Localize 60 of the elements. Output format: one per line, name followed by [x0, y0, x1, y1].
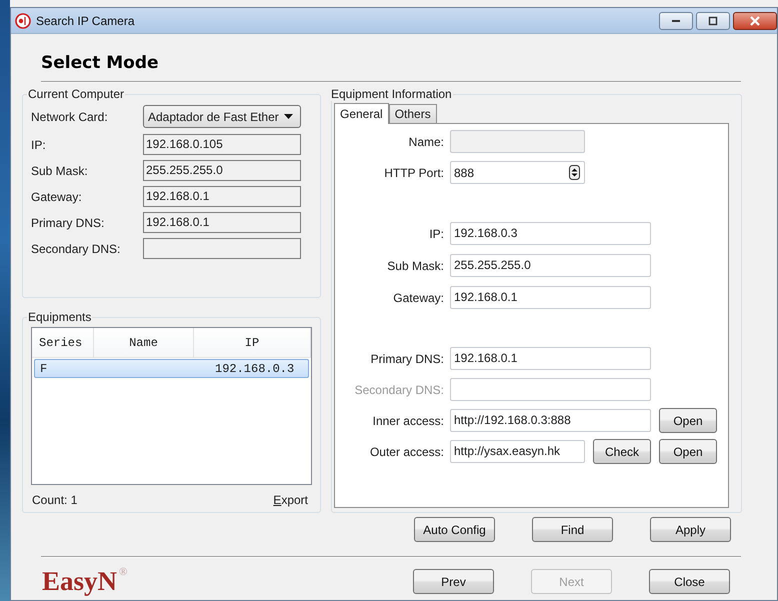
page-heading: Select Mode	[41, 53, 160, 75]
spinner-icon	[569, 165, 580, 180]
field-label: HTTP Port:	[383, 166, 445, 180]
group-title: Equipments	[27, 310, 92, 324]
tab[interactable]: Others	[388, 104, 437, 123]
field-label: IP:	[428, 226, 445, 240]
input-field[interactable]	[143, 238, 301, 259]
maximize-button[interactable]	[696, 12, 730, 30]
action-button[interactable]: Prev	[413, 569, 494, 594]
action-button[interactable]: Apply	[650, 517, 731, 542]
maximize-icon	[708, 16, 718, 26]
field-label: Inner access:	[372, 414, 445, 428]
action-button[interactable]: Close	[649, 569, 730, 594]
input-field[interactable]: 255.255.255.0	[450, 254, 651, 277]
input-field[interactable]: 192.168.0.3	[450, 222, 651, 245]
window-title: Search IP Camera	[36, 14, 134, 28]
count-label: Count: 1	[32, 493, 78, 507]
field-label: Network Card:	[31, 110, 109, 124]
input-field[interactable]: 192.168.0.1	[450, 286, 651, 309]
group-title: Equipment Information	[330, 87, 453, 101]
list-row[interactable]: F 192.168.0.3	[34, 359, 309, 378]
field-label: Secondary DNS:	[31, 242, 122, 256]
action-button[interactable]: Open	[659, 408, 717, 433]
minimize-icon	[672, 20, 680, 22]
field-label: Sub Mask:	[386, 258, 445, 272]
input-field[interactable]: http://ysax.easyn.hk	[450, 440, 585, 463]
input-field[interactable]: 192.168.0.105	[143, 134, 301, 155]
input-field[interactable]: 192.168.0.1	[143, 186, 301, 207]
export-link[interactable]: Export	[273, 493, 308, 507]
group-title: Current Computer	[27, 87, 126, 101]
field-label: Name:	[408, 134, 445, 148]
input-field[interactable]: 255.255.255.0	[143, 160, 301, 181]
action-button[interactable]: Auto Config	[414, 517, 495, 542]
field-label: Gateway:	[392, 290, 445, 304]
field-label: Primary DNS:	[31, 216, 106, 230]
minimize-button[interactable]	[659, 12, 693, 30]
number-field[interactable]: 888	[450, 161, 585, 184]
field-label: Outer access:	[368, 444, 445, 458]
field-label: Secondary DNS:	[354, 382, 445, 396]
input-field[interactable]: 192.168.0.1	[450, 347, 651, 370]
camera-logo-icon	[15, 12, 31, 28]
network-card-dropdown[interactable]: Adaptador de Fast Ether	[143, 105, 301, 128]
close-button[interactable]	[733, 12, 777, 30]
action-button[interactable]: Open	[659, 439, 717, 464]
input-field[interactable]: http://192.168.0.3:888	[450, 409, 651, 432]
dropdown-arrow-icon	[284, 114, 293, 119]
action-button[interactable]: Check	[593, 439, 651, 464]
input-field[interactable]	[450, 130, 585, 153]
field-label: Sub Mask:	[31, 164, 89, 178]
column-header[interactable]: IP	[194, 328, 311, 357]
field-label: Gateway:	[31, 190, 83, 204]
field-label: Primary DNS:	[370, 352, 445, 366]
column-header[interactable]: Name	[94, 328, 194, 357]
input-field[interactable]: 192.168.0.1	[143, 212, 301, 233]
tab[interactable]: General	[334, 103, 389, 124]
close-icon	[749, 16, 761, 26]
column-header[interactable]: Series	[32, 328, 94, 357]
field-label: IP:	[31, 138, 47, 152]
brand-logo: EasyN$^{®}$	[42, 566, 128, 597]
action-button[interactable]: Find	[532, 517, 613, 542]
